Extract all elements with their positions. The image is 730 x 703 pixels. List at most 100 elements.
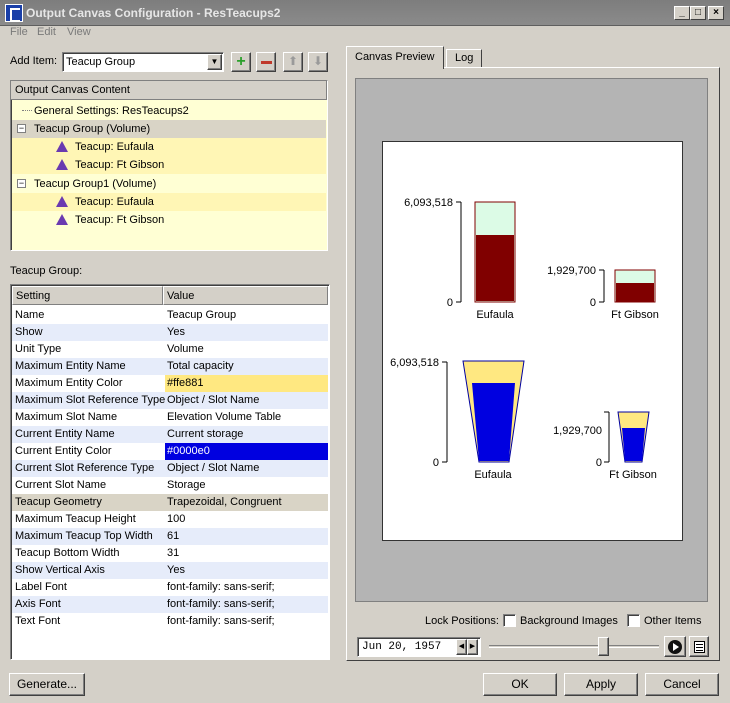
- setting-name: Current Slot Reference Type: [15, 462, 155, 474]
- setting-name: Show Vertical Axis: [15, 564, 105, 576]
- list-icon: [694, 641, 705, 653]
- cancel-button[interactable]: Cancel: [645, 673, 719, 696]
- setting-value[interactable]: Object / Slot Name: [165, 392, 328, 409]
- tab-log[interactable]: Log: [446, 49, 483, 68]
- axis-max-label: 6,093,518: [390, 357, 439, 369]
- settings-row[interactable]: Label Font font-family: sans-serif;: [12, 579, 328, 596]
- tab-canvas-preview[interactable]: Canvas Preview: [346, 46, 444, 69]
- setting-value[interactable]: 100: [165, 511, 328, 528]
- col-setting[interactable]: Setting: [12, 286, 163, 305]
- setting-name: Text Font: [15, 615, 61, 627]
- settings-row[interactable]: Maximum Slot Name Elevation Volume Table: [12, 409, 328, 426]
- play-button[interactable]: [664, 636, 686, 657]
- axis-zero-label: 0: [433, 457, 439, 469]
- settings-row[interactable]: Maximum Slot Reference Type Object / Slot…: [12, 392, 328, 409]
- generate-button[interactable]: Generate...: [9, 673, 85, 696]
- settings-row[interactable]: Maximum Teacup Top Width 61: [12, 528, 328, 545]
- setting-value[interactable]: Trapezoidal, Congruent: [165, 494, 328, 511]
- other-items-checkbox[interactable]: [627, 614, 640, 627]
- setting-value[interactable]: #0000e0: [165, 443, 328, 460]
- date-prev-button[interactable]: ◀: [456, 639, 467, 655]
- menu-edit[interactable]: Edit: [37, 26, 56, 38]
- ok-button[interactable]: OK: [483, 673, 557, 696]
- menu-file[interactable]: File: [10, 26, 28, 38]
- move-up-button[interactable]: ⬆: [283, 52, 303, 72]
- remove-button[interactable]: [256, 52, 276, 72]
- setting-value[interactable]: Current storage: [165, 426, 328, 443]
- tree-item-teacup-eufaula-2[interactable]: Teacup: Eufaula: [12, 193, 326, 211]
- preview-canvas[interactable]: 6,093,518 0 Eufaula 1,929,700 0 Ft Gibso…: [382, 141, 683, 541]
- axis-max-label: 1,929,700: [553, 425, 602, 437]
- canvas-content-tree[interactable]: Output Canvas Content General Settings: …: [10, 80, 328, 251]
- maximize-button[interactable]: □: [690, 6, 706, 20]
- background-images-checkbox[interactable]: [503, 614, 516, 627]
- setting-name: Maximum Teacup Height: [15, 513, 136, 525]
- settings-row[interactable]: Teacup Geometry Trapezoidal, Congruent: [12, 494, 328, 511]
- tree-item-teacup-eufaula[interactable]: Teacup: Eufaula: [12, 138, 326, 156]
- add-button[interactable]: +: [231, 52, 251, 72]
- close-button[interactable]: ×: [708, 6, 724, 20]
- settings-row[interactable]: Current Entity Color #0000e0: [12, 443, 328, 460]
- apply-button[interactable]: Apply: [564, 673, 638, 696]
- current-storage-bar: [476, 235, 514, 301]
- settings-row[interactable]: Maximum Entity Color #ffe881: [12, 375, 328, 392]
- settings-row[interactable]: Show Yes: [12, 324, 328, 341]
- date-next-button[interactable]: ▶: [467, 639, 478, 655]
- settings-row[interactable]: Current Slot Reference Type Object / Slot…: [12, 460, 328, 477]
- tree-item-general-settings[interactable]: General Settings: ResTeacups2: [12, 102, 326, 120]
- setting-value[interactable]: font-family: sans-serif;: [165, 596, 328, 613]
- setting-value[interactable]: Total capacity: [165, 358, 328, 375]
- setting-name: Maximum Slot Name: [15, 411, 118, 423]
- minimize-button[interactable]: _: [674, 6, 690, 20]
- setting-value[interactable]: Elevation Volume Table: [165, 409, 328, 426]
- setting-name: Show: [15, 326, 43, 338]
- setting-value[interactable]: Storage: [165, 477, 328, 494]
- date-slider-thumb[interactable]: [598, 637, 609, 656]
- collapse-icon[interactable]: −: [17, 124, 26, 133]
- settings-row[interactable]: Maximum Teacup Height 100: [12, 511, 328, 528]
- setting-name: Current Entity Name: [15, 428, 115, 440]
- settings-row[interactable]: Teacup Bottom Width 31: [12, 545, 328, 562]
- setting-name: Current Slot Name: [15, 479, 107, 491]
- teacup-name: Ft Gibson: [611, 309, 659, 321]
- date-slider-track[interactable]: [489, 645, 659, 648]
- menu-view[interactable]: View: [67, 26, 91, 38]
- setting-value[interactable]: Yes: [165, 324, 328, 341]
- setting-value[interactable]: #ffe881: [165, 375, 328, 392]
- tree-item-teacup-ft-gibson[interactable]: Teacup: Ft Gibson: [12, 156, 326, 174]
- setting-value[interactable]: font-family: sans-serif;: [165, 579, 328, 596]
- settings-row[interactable]: Name Teacup Group: [12, 307, 328, 324]
- chevron-down-icon[interactable]: ▼: [207, 54, 222, 70]
- setting-value[interactable]: Volume: [165, 341, 328, 358]
- date-spinner[interactable]: Jun 20, 1957 ◀ ▶: [357, 637, 481, 657]
- tree-item-teacup-group1[interactable]: − Teacup Group1 (Volume): [12, 175, 326, 193]
- settings-row[interactable]: Unit Type Volume: [12, 341, 328, 358]
- setting-value[interactable]: Teacup Group: [165, 307, 328, 324]
- settings-row[interactable]: Current Slot Name Storage: [12, 477, 328, 494]
- tree-item-teacup-ft-gibson-2[interactable]: Teacup: Ft Gibson: [12, 211, 326, 229]
- setting-value[interactable]: 31: [165, 545, 328, 562]
- settings-table[interactable]: Setting Value Name Teacup Group Show Yes Uni…: [10, 284, 330, 660]
- settings-row[interactable]: Axis Font font-family: sans-serif;: [12, 596, 328, 613]
- setting-name: Unit Type: [15, 343, 62, 355]
- settings-row[interactable]: Show Vertical Axis Yes: [12, 562, 328, 579]
- background-images-label: Background Images: [520, 615, 618, 627]
- move-down-button[interactable]: ⬇: [308, 52, 328, 72]
- add-item-select[interactable]: Teacup Group ▼: [62, 52, 224, 72]
- collapse-icon[interactable]: −: [17, 179, 26, 188]
- play-icon: [668, 640, 682, 654]
- settings-row[interactable]: Current Entity Name Current storage: [12, 426, 328, 443]
- setting-name: Maximum Entity Color: [15, 377, 123, 389]
- settings-row[interactable]: Maximum Entity Name Total capacity: [12, 358, 328, 375]
- setting-name: Name: [15, 309, 45, 321]
- setting-value[interactable]: Yes: [165, 562, 328, 579]
- col-value[interactable]: Value: [163, 286, 328, 305]
- tree-item-teacup-group[interactable]: − Teacup Group (Volume): [12, 120, 326, 138]
- setting-value[interactable]: font-family: sans-serif;: [165, 613, 328, 630]
- setting-value[interactable]: Object / Slot Name: [165, 460, 328, 477]
- setting-value[interactable]: 61: [165, 528, 328, 545]
- settings-row[interactable]: Text Font font-family: sans-serif;: [12, 613, 328, 630]
- axis-zero-label: 0: [447, 297, 453, 309]
- settings-button[interactable]: [689, 636, 709, 657]
- arrow-up-icon: ⬆: [287, 54, 299, 68]
